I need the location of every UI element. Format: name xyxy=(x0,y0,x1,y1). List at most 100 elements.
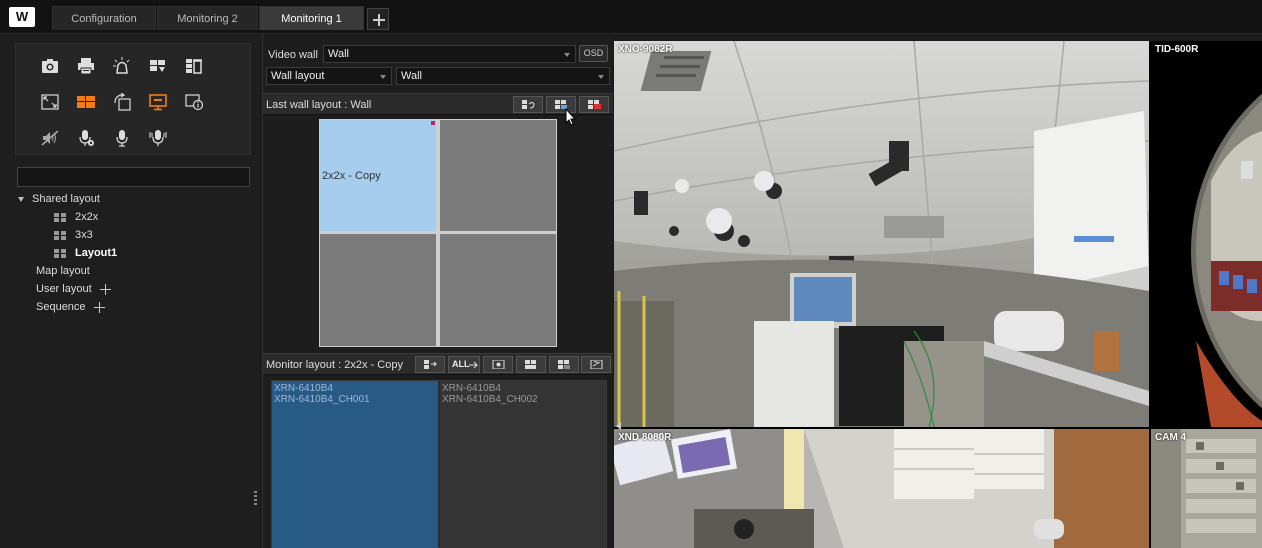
grid-layout-icon[interactable] xyxy=(74,90,98,114)
chevron-down-icon xyxy=(380,75,386,79)
tree-label: User layout xyxy=(36,283,92,295)
add-sequence-icon[interactable] xyxy=(93,301,105,313)
last-wall-layout-title: Last wall layout : Wall xyxy=(266,99,372,111)
video-wall-select-value: Wall xyxy=(328,48,349,60)
mic-broadcast-icon[interactable] xyxy=(146,126,170,150)
camera-feed-image xyxy=(1191,93,1262,427)
camera-label: XNO-9082R xyxy=(618,44,673,55)
camera-label: TID-600R xyxy=(1155,44,1199,55)
camera-feed-image xyxy=(614,41,1149,427)
wall-select[interactable]: Wall xyxy=(396,67,610,85)
tree-label: Layout1 xyxy=(75,247,118,259)
mic-icon[interactable] xyxy=(110,126,134,150)
app-window: W Configuration Monitoring 2 Monitoring … xyxy=(0,0,1262,548)
tree-item-3x3[interactable]: 3x3 xyxy=(18,226,258,244)
refresh-monitor-button[interactable] xyxy=(581,356,611,373)
clear-layout-button[interactable] xyxy=(579,96,609,113)
layout-save-icon[interactable] xyxy=(146,54,170,78)
mouse-cursor-icon xyxy=(565,108,577,126)
clear-layout-icon xyxy=(588,100,601,109)
video-tile-3[interactable]: XND 8080R xyxy=(614,429,1149,548)
monitor-layout-area: XRN-6410B4 XRN-6410B4_CH001 XRN-6410B4 X… xyxy=(271,380,607,548)
tree-item-shared-layout[interactable]: Shared layout xyxy=(18,190,258,208)
wall-cell-2[interactable] xyxy=(440,120,556,231)
send-to-monitor-button[interactable] xyxy=(415,356,445,373)
split-layout-button[interactable] xyxy=(516,356,546,373)
monitor-device-name: XRN-6410B4 xyxy=(442,383,501,394)
monitor-layout-bar: Monitor layout : 2x2x - Copy ALL xyxy=(263,353,613,375)
camera-feed-image xyxy=(614,429,1149,548)
app-logo: W xyxy=(9,7,35,27)
add-user-layout-icon[interactable] xyxy=(99,283,111,295)
send-all-button[interactable]: ALL xyxy=(448,356,480,373)
tree-item-2x2x[interactable]: 2x2x xyxy=(18,208,258,226)
print-icon[interactable] xyxy=(74,54,98,78)
cell-marker-icon xyxy=(431,121,435,125)
arrow-right-icon xyxy=(469,361,478,369)
tree-item-layout1[interactable]: Layout1 xyxy=(18,244,258,262)
video-tile-2[interactable]: TID-600R xyxy=(1151,41,1262,427)
restore-layout-icon xyxy=(522,100,535,109)
tree-label: 3x3 xyxy=(75,229,93,241)
camera-icon[interactable] xyxy=(38,54,62,78)
layout-delete-icon[interactable] xyxy=(182,54,206,78)
monitor-cell-1[interactable]: XRN-6410B4 XRN-6410B4_CH001 xyxy=(272,381,438,548)
tree-item-map-layout[interactable]: Map layout xyxy=(18,262,258,280)
tree-item-sequence[interactable]: Sequence xyxy=(18,298,258,316)
wall-layout-select-value: Wall layout xyxy=(271,70,325,82)
monitor-cell-2[interactable]: XRN-6410B4 XRN-6410B4_CH002 xyxy=(440,381,606,548)
rotate-icon[interactable] xyxy=(110,90,134,114)
wall-layout-select[interactable]: Wall layout xyxy=(266,67,392,85)
layout-grid-icon xyxy=(54,230,66,240)
all-button-label: ALL xyxy=(452,359,470,369)
wall-cell-label: 2x2x - Copy xyxy=(322,170,381,182)
layout-grid-icon xyxy=(54,248,66,258)
tree-item-user-layout[interactable]: User layout xyxy=(18,280,258,298)
mute-icon[interactable] xyxy=(38,126,62,150)
expand-arrow-icon[interactable] xyxy=(18,196,24,202)
restore-layout-button[interactable] xyxy=(513,96,543,113)
add-tab-button[interactable] xyxy=(367,8,389,30)
monitor-settings-icon xyxy=(492,360,505,369)
panel-splitter-handle[interactable] xyxy=(254,491,257,505)
wall-layout-grid: 2x2x - Copy xyxy=(319,119,557,347)
last-wall-layout-bar: Last wall layout : Wall xyxy=(263,93,613,115)
refresh-monitor-icon xyxy=(590,360,603,369)
send-monitor-icon xyxy=(424,360,437,369)
split-layout-icon xyxy=(525,360,536,369)
camera-label: XND 8080R xyxy=(618,432,672,443)
fullscreen-icon[interactable] xyxy=(38,90,62,114)
mic-settings-icon[interactable] xyxy=(74,126,98,150)
video-tile-1[interactable]: XNO-9082R xyxy=(614,41,1149,427)
tree-label: Sequence xyxy=(36,301,86,313)
layout-all-button[interactable] xyxy=(549,356,579,373)
video-area: XNO-9082R TID-600R XND 8080R CAM 4 xyxy=(614,41,1262,548)
osd-button[interactable]: OSD xyxy=(579,45,608,62)
chevron-down-icon xyxy=(598,75,604,79)
wall-cell-3[interactable] xyxy=(320,234,436,346)
video-tile-4[interactable]: CAM 4 xyxy=(1151,429,1262,548)
alarm-light-icon[interactable] xyxy=(110,54,134,78)
layout-search-input[interactable] xyxy=(17,167,250,187)
tab-monitoring-1[interactable]: Monitoring 1 xyxy=(259,6,364,30)
video-wall-panel: Video wall Wall OSD Wall layout Wall Las… xyxy=(262,35,613,548)
monitor-device-name: XRN-6410B4 xyxy=(274,383,333,394)
video-wall-select[interactable]: Wall xyxy=(323,45,576,63)
wall-select-value: Wall xyxy=(401,70,422,82)
wall-cell-1[interactable]: 2x2x - Copy xyxy=(320,120,436,231)
wall-cell-4[interactable] xyxy=(440,234,556,346)
camera-feed-image xyxy=(1151,429,1262,548)
layout-all-icon xyxy=(558,360,570,369)
tool-grid xyxy=(15,43,251,155)
monitor-icon[interactable] xyxy=(146,90,170,114)
video-wall-label: Video wall xyxy=(268,49,318,61)
tree-label: 2x2x xyxy=(75,211,99,223)
monitor-settings-button[interactable] xyxy=(483,356,513,373)
monitor-layout-title: Monitor layout : 2x2x - Copy xyxy=(266,359,403,371)
monitor-channel-name: XRN-6410B4_CH002 xyxy=(442,394,538,405)
tab-configuration[interactable]: Configuration xyxy=(52,6,156,30)
collapse-arrow-icon[interactable] xyxy=(616,422,621,430)
tree-label: Map layout xyxy=(36,265,90,277)
monitor-info-icon[interactable] xyxy=(182,90,206,114)
tab-monitoring-2[interactable]: Monitoring 2 xyxy=(157,6,258,30)
